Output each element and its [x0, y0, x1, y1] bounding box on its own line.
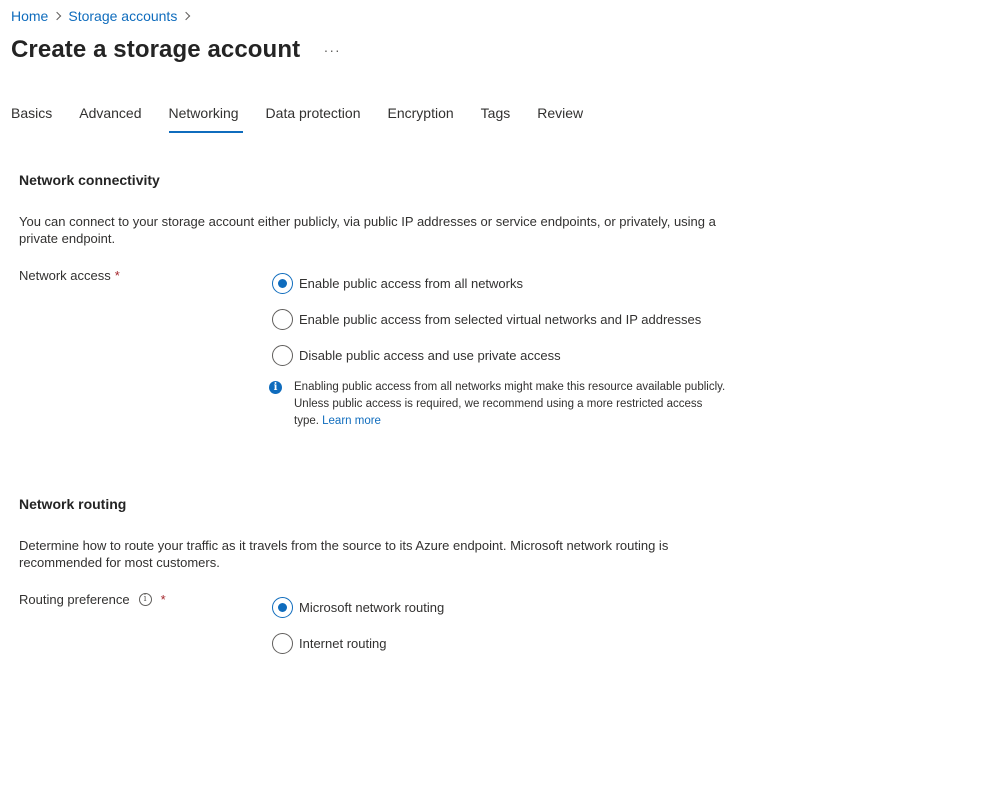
- radio-public-all-networks[interactable]: Enable public access from all networks: [272, 273, 523, 294]
- network-connectivity-heading: Network connectivity: [19, 172, 160, 188]
- radio-label: Enable public access from all networks: [299, 276, 523, 291]
- network-connectivity-description: You can connect to your storage account …: [19, 214, 716, 246]
- tab-review[interactable]: Review: [537, 102, 583, 130]
- routing-preference-label-text: Routing preference: [19, 592, 130, 607]
- info-outline-icon[interactable]: i: [138, 593, 152, 606]
- routing-preference-label: Routing preference i *: [19, 591, 166, 608]
- tab-tags[interactable]: Tags: [481, 102, 511, 130]
- radio-microsoft-routing[interactable]: Microsoft network routing: [272, 597, 444, 618]
- breadcrumb: Home Storage accounts: [11, 7, 197, 25]
- radio-button[interactable]: [272, 309, 293, 330]
- radio-public-selected-networks[interactable]: Enable public access from selected virtu…: [272, 309, 701, 330]
- tab-networking[interactable]: Networking: [168, 102, 243, 133]
- radio-button[interactable]: [272, 633, 293, 654]
- required-marker: *: [114, 268, 120, 283]
- radio-internet-routing[interactable]: Internet routing: [272, 633, 386, 654]
- more-options-icon[interactable]: ···: [324, 42, 340, 58]
- tab-encryption[interactable]: Encryption: [388, 102, 454, 130]
- info-filled-icon: i: [269, 381, 282, 394]
- network-routing-description: Determine how to route your traffic as i…: [19, 538, 669, 570]
- tab-advanced[interactable]: Advanced: [79, 102, 141, 130]
- radio-button-selected[interactable]: [272, 597, 293, 618]
- network-access-label: Network access *: [19, 267, 120, 284]
- public-access-info-message: i Enabling public access from all networ…: [269, 379, 729, 430]
- tab-data-protection[interactable]: Data protection: [266, 102, 361, 130]
- radio-label: Internet routing: [299, 636, 387, 651]
- learn-more-link[interactable]: Learn more: [322, 415, 381, 427]
- chevron-right-icon: [177, 7, 197, 25]
- breadcrumb-home-link[interactable]: Home: [11, 7, 48, 25]
- radio-label: Disable public access and use private ac…: [299, 348, 561, 363]
- radio-label: Enable public access from selected virtu…: [299, 312, 702, 327]
- info-message-text: Enabling public access from all networks…: [294, 379, 729, 430]
- chevron-right-icon: [48, 7, 68, 25]
- tab-bar: Basics Advanced Networking Data protecti…: [11, 102, 610, 133]
- create-storage-account-page: Home Storage accounts Create a storage a…: [0, 0, 1006, 804]
- radio-label: Microsoft network routing: [299, 600, 445, 615]
- network-access-label-text: Network access: [19, 268, 111, 283]
- radio-button-selected[interactable]: [272, 273, 293, 294]
- tab-basics[interactable]: Basics: [11, 102, 52, 130]
- breadcrumb-storage-accounts-link[interactable]: Storage accounts: [68, 7, 177, 25]
- radio-disable-public-access[interactable]: Disable public access and use private ac…: [272, 345, 561, 366]
- title-row: Create a storage account ···: [11, 34, 340, 66]
- network-routing-heading: Network routing: [19, 496, 127, 512]
- radio-button[interactable]: [272, 345, 293, 366]
- page-title: Create a storage account: [11, 36, 301, 63]
- required-marker: *: [160, 592, 166, 607]
